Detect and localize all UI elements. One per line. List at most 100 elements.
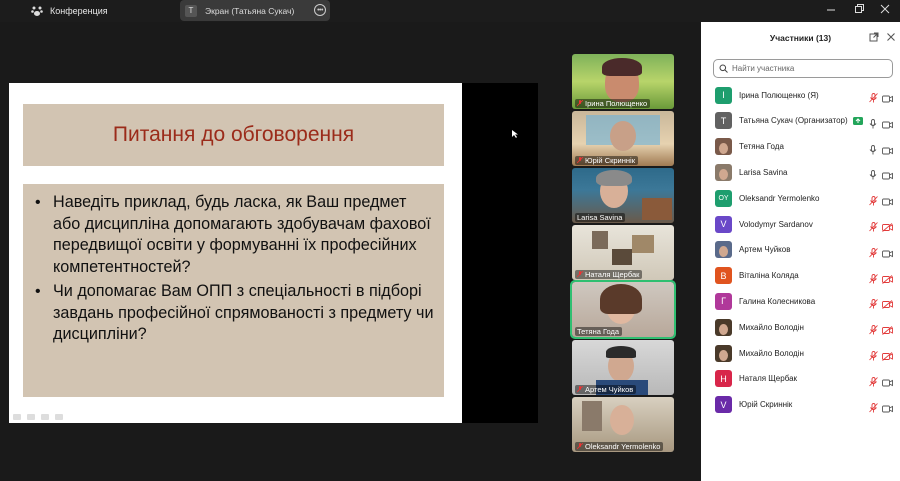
- paw-icon: [31, 6, 43, 16]
- screen-share-tab[interactable]: T Экран (Татьяна Сукач) •••: [180, 0, 330, 21]
- minimize-icon[interactable]: [826, 5, 836, 15]
- participant-name: Віталіна Коляда: [739, 271, 799, 281]
- video-name: Артем Чуйков: [585, 385, 634, 394]
- participant-avatar: V: [715, 215, 732, 233]
- participant-name: Михайло Володін: [739, 322, 804, 332]
- participant-row[interactable]: Михайло Володін: [701, 314, 900, 340]
- participant-avatar: T: [715, 112, 732, 130]
- video-tile-name: Юрій Скриннік: [575, 156, 638, 165]
- shared-screen[interactable]: Питання до обговорення • Наведіть приклад…: [9, 83, 538, 423]
- participant-row[interactable]: Артем Чуйков: [701, 237, 900, 263]
- slide-prev-icon[interactable]: [13, 414, 21, 420]
- video-tile[interactable]: Larisa Savina: [572, 168, 674, 223]
- mic-off-icon: [577, 271, 583, 278]
- camera-off-icon[interactable]: [882, 322, 893, 340]
- video-tile-name: Larisa Savina: [575, 213, 626, 222]
- main-area: Питання до обговорення • Наведіть приклад…: [0, 22, 701, 481]
- video-name: Тетяна Года: [577, 327, 620, 336]
- video-name: Ірина Полющенко: [585, 99, 648, 108]
- mic-on-icon[interactable]: [869, 167, 877, 185]
- participant-row[interactable]: OY Oleksandr Yermolenko: [701, 185, 900, 211]
- video-tile[interactable]: Юрій Скриннік: [572, 111, 674, 166]
- participant-row[interactable]: Larisa Savina: [701, 159, 900, 185]
- participant-photo-avatar: [715, 241, 732, 259]
- participant-row[interactable]: Михайло Володін: [701, 340, 900, 366]
- video-tile-name: Артем Чуйков: [575, 385, 637, 394]
- mic-on-icon[interactable]: [869, 142, 877, 160]
- slide-toolbar: [13, 414, 63, 420]
- participant-search[interactable]: [713, 59, 893, 78]
- participant-row[interactable]: T Татьяна Сукач (Организатор): [701, 108, 900, 134]
- camera-on-icon[interactable]: [882, 374, 893, 392]
- slide-next-icon[interactable]: [55, 414, 63, 420]
- mic-off-icon[interactable]: [869, 296, 878, 314]
- mic-off-icon[interactable]: [869, 322, 878, 340]
- participant-photo-avatar: [715, 138, 732, 156]
- search-icon: [719, 64, 728, 73]
- restore-icon[interactable]: [854, 4, 864, 14]
- participant-avatar: V: [715, 396, 732, 414]
- camera-off-icon[interactable]: [882, 348, 893, 366]
- participant-name: Татьяна Сукач (Организатор): [739, 116, 848, 126]
- video-tile-active-speaker[interactable]: Тетяна Года: [570, 280, 676, 339]
- camera-on-icon[interactable]: [882, 400, 893, 418]
- camera-on-icon[interactable]: [882, 245, 893, 263]
- participant-name: Юрій Скриннік: [739, 400, 793, 410]
- participant-row[interactable]: І Ірина Полющенко (Я): [701, 82, 900, 108]
- video-name: Юрій Скриннік: [585, 156, 635, 165]
- panel-header-icons: [869, 32, 896, 42]
- video-tile[interactable]: Ірина Полющенко: [572, 54, 674, 109]
- slide-title: Питання до обговорення: [112, 123, 355, 146]
- mouse-cursor-icon: [512, 130, 518, 138]
- screen-share-icon: [853, 112, 863, 130]
- search-input[interactable]: [732, 64, 882, 73]
- mic-off-icon: [577, 386, 583, 393]
- slide-title-box: Питання до обговорення: [23, 104, 444, 166]
- slide-pen-icon[interactable]: [27, 414, 35, 420]
- slide-bullet: • Наведіть приклад, будь ласка, як Ваш пр…: [35, 192, 434, 278]
- camera-off-icon[interactable]: [882, 296, 893, 314]
- camera-off-icon[interactable]: [882, 219, 893, 237]
- participant-name: Тетяна Года: [739, 142, 784, 152]
- video-tile[interactable]: Oleksandr Yermolenko: [572, 397, 674, 452]
- video-tile[interactable]: Наталя Щербак: [572, 225, 674, 280]
- camera-on-icon[interactable]: [882, 90, 893, 108]
- camera-on-icon[interactable]: [882, 193, 893, 211]
- mic-off-icon[interactable]: [869, 193, 878, 211]
- mic-off-icon[interactable]: [869, 245, 878, 263]
- mic-off-icon[interactable]: [869, 271, 878, 289]
- title-bar: Конференция T Экран (Татьяна Сукач) •••: [0, 0, 900, 22]
- participant-row[interactable]: V Volodymyr Sardanov: [701, 211, 900, 237]
- participants-panel: Участники (13) ІІрина Полющенко (Я)TТать…: [701, 22, 900, 481]
- camera-on-icon[interactable]: [882, 167, 893, 185]
- mic-off-icon[interactable]: [869, 374, 878, 392]
- participant-row[interactable]: Н Наталя Щербак: [701, 366, 900, 392]
- more-options-icon[interactable]: •••: [314, 4, 326, 16]
- mic-off-icon[interactable]: [869, 348, 878, 366]
- participant-row[interactable]: В Віталіна Коляда: [701, 263, 900, 289]
- slide-bullet-text: Чи допомагає Вам ОПП з спеціальності в п…: [53, 282, 434, 343]
- participant-row[interactable]: Г Галина Колесникова: [701, 288, 900, 314]
- video-name: Наталя Щербак: [585, 270, 640, 279]
- participant-row[interactable]: V Юрій Скриннік: [701, 392, 900, 418]
- mic-off-icon[interactable]: [869, 90, 878, 108]
- pop-out-icon[interactable]: [869, 32, 879, 42]
- screen-share-label: Экран (Татьяна Сукач): [205, 5, 295, 16]
- video-name: Larisa Savina: [577, 213, 623, 222]
- participant-row[interactable]: Тетяна Года: [701, 134, 900, 160]
- mic-off-icon[interactable]: [869, 400, 878, 418]
- app-name: Конференция: [50, 6, 108, 16]
- participant-avatar: В: [715, 267, 732, 285]
- close-window-icon[interactable]: [880, 4, 890, 14]
- camera-on-icon[interactable]: [882, 142, 893, 160]
- mic-off-icon[interactable]: [869, 219, 878, 237]
- mic-on-icon[interactable]: [869, 116, 877, 134]
- video-tile[interactable]: Артем Чуйков: [572, 340, 674, 395]
- participant-name: Михайло Володін: [739, 348, 804, 358]
- participant-photo-avatar: [715, 163, 732, 181]
- participant-avatar: OY: [715, 189, 732, 207]
- camera-off-icon[interactable]: [882, 271, 893, 289]
- close-panel-icon[interactable]: [886, 32, 896, 42]
- slide-menu-icon[interactable]: [41, 414, 49, 420]
- camera-on-icon[interactable]: [882, 116, 893, 134]
